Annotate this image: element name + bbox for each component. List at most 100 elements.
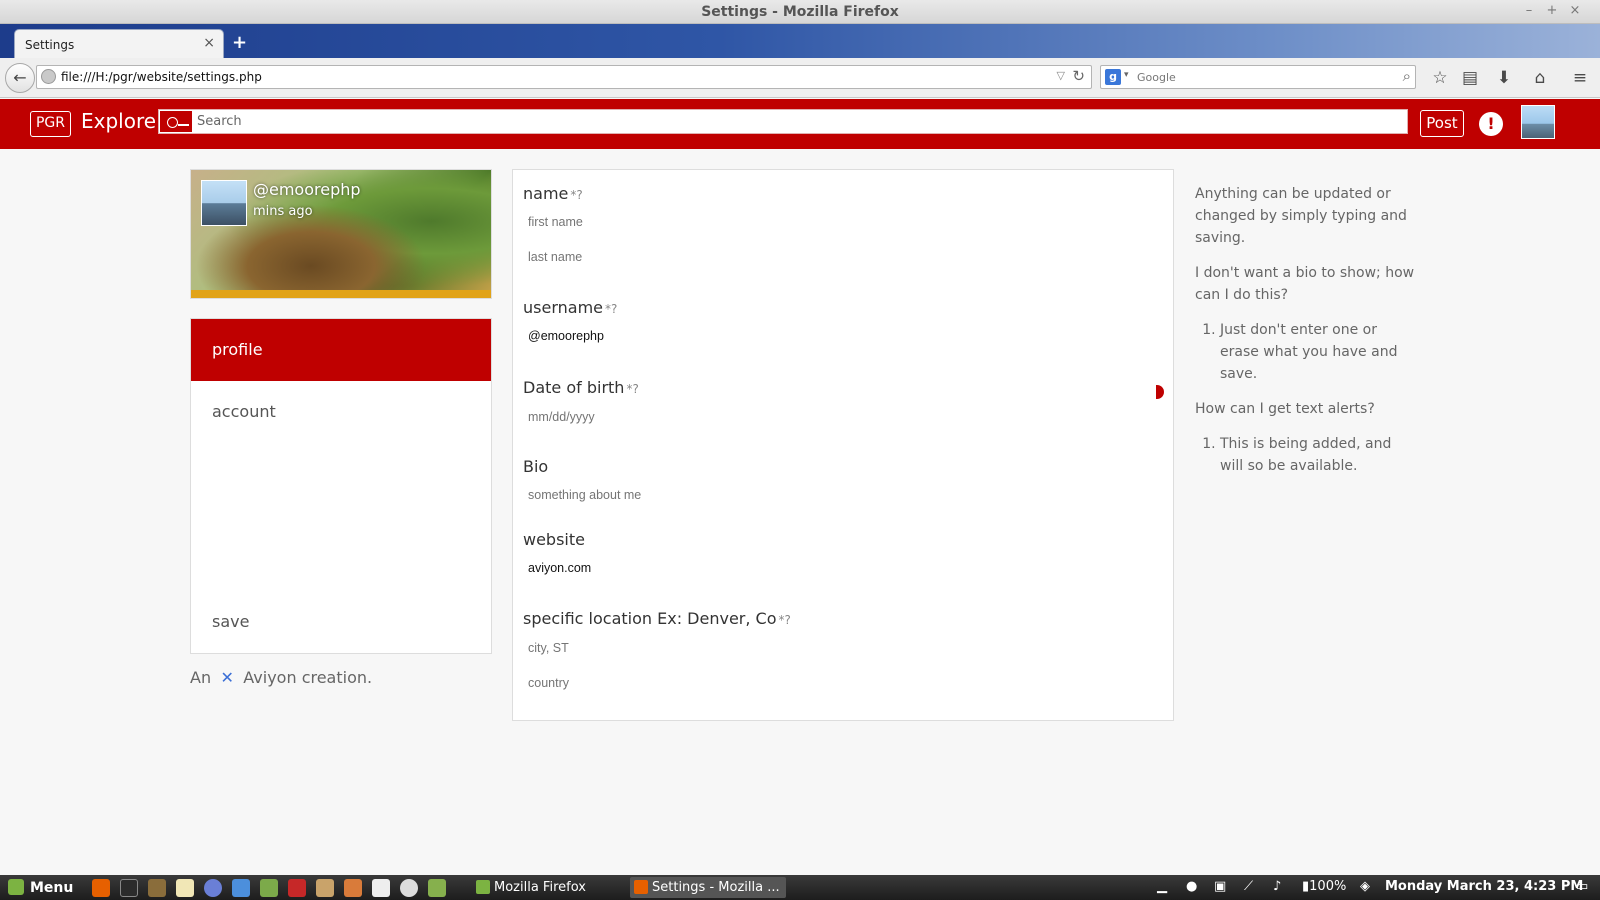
footer-brand[interactable]: Aviyon creation. <box>243 668 372 687</box>
chat-launcher-icon[interactable] <box>204 879 222 897</box>
paint-launcher-icon[interactable] <box>344 879 362 897</box>
url-history-dropdown-icon[interactable]: ▽ <box>1057 69 1065 82</box>
google-engine-icon[interactable]: g <box>1105 69 1121 85</box>
minimize-button[interactable]: – <box>1520 3 1538 18</box>
taskbar-window-label: Settings - Mozilla ... <box>652 880 780 895</box>
reload-icon[interactable]: ↻ <box>1072 67 1085 85</box>
update-manager-icon[interactable]: ▣ <box>1214 879 1226 894</box>
browser-search-bar[interactable]: g ▾ Google ⌕ <box>1100 65 1416 89</box>
start-menu-button[interactable]: Menu <box>8 879 73 896</box>
avatar[interactable] <box>1521 105 1555 139</box>
country-field[interactable] <box>528 676 1128 690</box>
window-title: Settings - Mozilla Firefox <box>701 4 899 20</box>
help-answer-alerts: This is being added, and will so be avai… <box>1220 433 1415 477</box>
help-panel: Anything can be updated or changed by si… <box>1195 183 1415 490</box>
writer-launcher-icon[interactable] <box>232 879 250 897</box>
location-label: specific location Ex: Denver, Co *? <box>523 609 791 628</box>
taskbar-window-firefox[interactable]: Mozilla Firefox <box>472 877 618 898</box>
close-window-button[interactable]: × <box>1566 3 1584 18</box>
name-label: name *? <box>523 184 583 203</box>
reading-list-icon[interactable]: ▤ <box>1458 66 1482 90</box>
footer-prefix: An <box>190 668 212 687</box>
site-search-placeholder[interactable]: Search <box>197 114 242 129</box>
security-shield-icon[interactable]: ◈ <box>1360 879 1370 894</box>
battery-indicator[interactable]: ▮100% <box>1302 879 1346 894</box>
username-field[interactable] <box>528 329 1128 343</box>
maximize-button[interactable]: + <box>1543 3 1561 18</box>
city-field[interactable] <box>528 641 1128 655</box>
filezilla-launcher-icon[interactable] <box>288 879 306 897</box>
start-menu-label: Menu <box>30 880 74 896</box>
show-desktop-icon[interactable]: ▁ <box>1157 879 1167 894</box>
help-intro: Anything can be updated or changed by si… <box>1195 186 1407 246</box>
gimp-launcher-icon[interactable] <box>316 879 334 897</box>
new-tab-button[interactable]: + <box>232 32 247 53</box>
engine-dropdown-icon[interactable]: ▾ <box>1124 70 1129 80</box>
taskbar-window-label: Mozilla Firefox <box>494 880 586 895</box>
website-field[interactable] <box>528 561 1128 575</box>
window-firefox-icon <box>634 880 648 894</box>
taskbar-clock[interactable]: Monday March 23, 4:23 PM <box>1385 879 1583 894</box>
browser-search-placeholder[interactable]: Google <box>1137 71 1176 84</box>
taskbar-window-settings[interactable]: Settings - Mozilla ... <box>630 877 786 898</box>
terminal-launcher-icon[interactable] <box>120 879 138 897</box>
navigation-toolbar: ← file:///H:/pgr/website/settings.php ▽ … <box>0 58 1600 98</box>
menu-item-account[interactable]: account <box>191 381 491 443</box>
network-icon[interactable]: ⟋ <box>1244 879 1253 894</box>
cover-band <box>191 290 491 298</box>
star-icon[interactable]: ☆ <box>1428 66 1452 90</box>
mint-logo-icon <box>8 879 24 895</box>
download-icon[interactable]: ⬇ <box>1492 66 1516 90</box>
site-search-input[interactable]: Search <box>158 109 1408 134</box>
site-header: PGR Explore Search Post ! <box>0 99 1600 149</box>
disc-launcher-icon[interactable] <box>400 879 418 897</box>
dob-field[interactable] <box>528 410 1128 424</box>
help-question-bio: I don't want a bio to show; how can I do… <box>1195 265 1415 303</box>
footer-credit: An ✕ Aviyon creation. <box>190 668 372 687</box>
tab-strip: Settings × + <box>0 24 1600 58</box>
notifications-icon[interactable]: ! <box>1479 112 1503 136</box>
site-identity-icon[interactable] <box>41 69 56 84</box>
profile-picture[interactable] <box>201 180 247 226</box>
volume-icon[interactable]: ♪ <box>1273 879 1281 894</box>
key-icon <box>159 110 193 133</box>
user-icon[interactable]: ● <box>1186 879 1197 894</box>
tab-settings[interactable]: Settings × <box>14 29 224 58</box>
first-name-field[interactable] <box>528 215 1128 229</box>
aviyon-logo-icon: ✕ <box>220 668 234 687</box>
url-text[interactable]: file:///H:/pgr/website/settings.php <box>61 70 262 84</box>
website-label: website <box>523 530 585 549</box>
home-icon[interactable]: ⌂ <box>1528 66 1552 90</box>
menu-item-profile[interactable]: profile <box>191 319 491 381</box>
firefox-launcher-icon[interactable] <box>92 879 110 897</box>
dob-label-text: Date of birth <box>523 378 625 397</box>
sync-launcher-icon[interactable] <box>428 879 446 897</box>
back-button[interactable]: ← <box>5 63 35 93</box>
post-button[interactable]: Post <box>1420 110 1464 137</box>
hamburger-menu-icon[interactable]: ≡ <box>1568 66 1592 90</box>
help-question-alerts: How can I get text alerts? <box>1195 401 1375 417</box>
notes-launcher-icon[interactable] <box>176 879 194 897</box>
username-label: username *? <box>523 298 617 317</box>
tab-close-icon[interactable]: × <box>203 35 215 51</box>
last-name-field[interactable] <box>528 250 1128 264</box>
window-title-bar: Settings - Mozilla Firefox – + × <box>0 0 1600 24</box>
location-label-text: specific location Ex: Denver, Co <box>523 609 777 628</box>
tab-label: Settings <box>25 38 75 52</box>
save-button[interactable]: save <box>191 591 491 653</box>
dob-label: Date of birth *? <box>523 378 639 397</box>
window-folder-icon <box>476 880 490 894</box>
notifications-tray-icon[interactable]: ▭ <box>1576 879 1588 894</box>
battery-percent: 100% <box>1309 879 1347 894</box>
search-icon[interactable]: ⌕ <box>1403 67 1411 85</box>
taskbar: Menu Mozilla Firefox Settings - Mozilla … <box>0 875 1600 900</box>
url-bar[interactable]: file:///H:/pgr/website/settings.php ▽ ↻ <box>36 65 1092 89</box>
help-answer-list-bio: Just don't enter one or erase what you h… <box>1195 319 1415 385</box>
explore-link[interactable]: Explore <box>81 109 156 133</box>
folder-launcher-icon[interactable] <box>260 879 278 897</box>
pgr-logo[interactable]: PGR <box>30 111 71 137</box>
files-launcher-icon[interactable] <box>148 879 166 897</box>
profile-username[interactable]: @emoorephp <box>253 180 361 199</box>
bio-field[interactable] <box>528 488 1128 502</box>
document-launcher-icon[interactable] <box>372 879 390 897</box>
